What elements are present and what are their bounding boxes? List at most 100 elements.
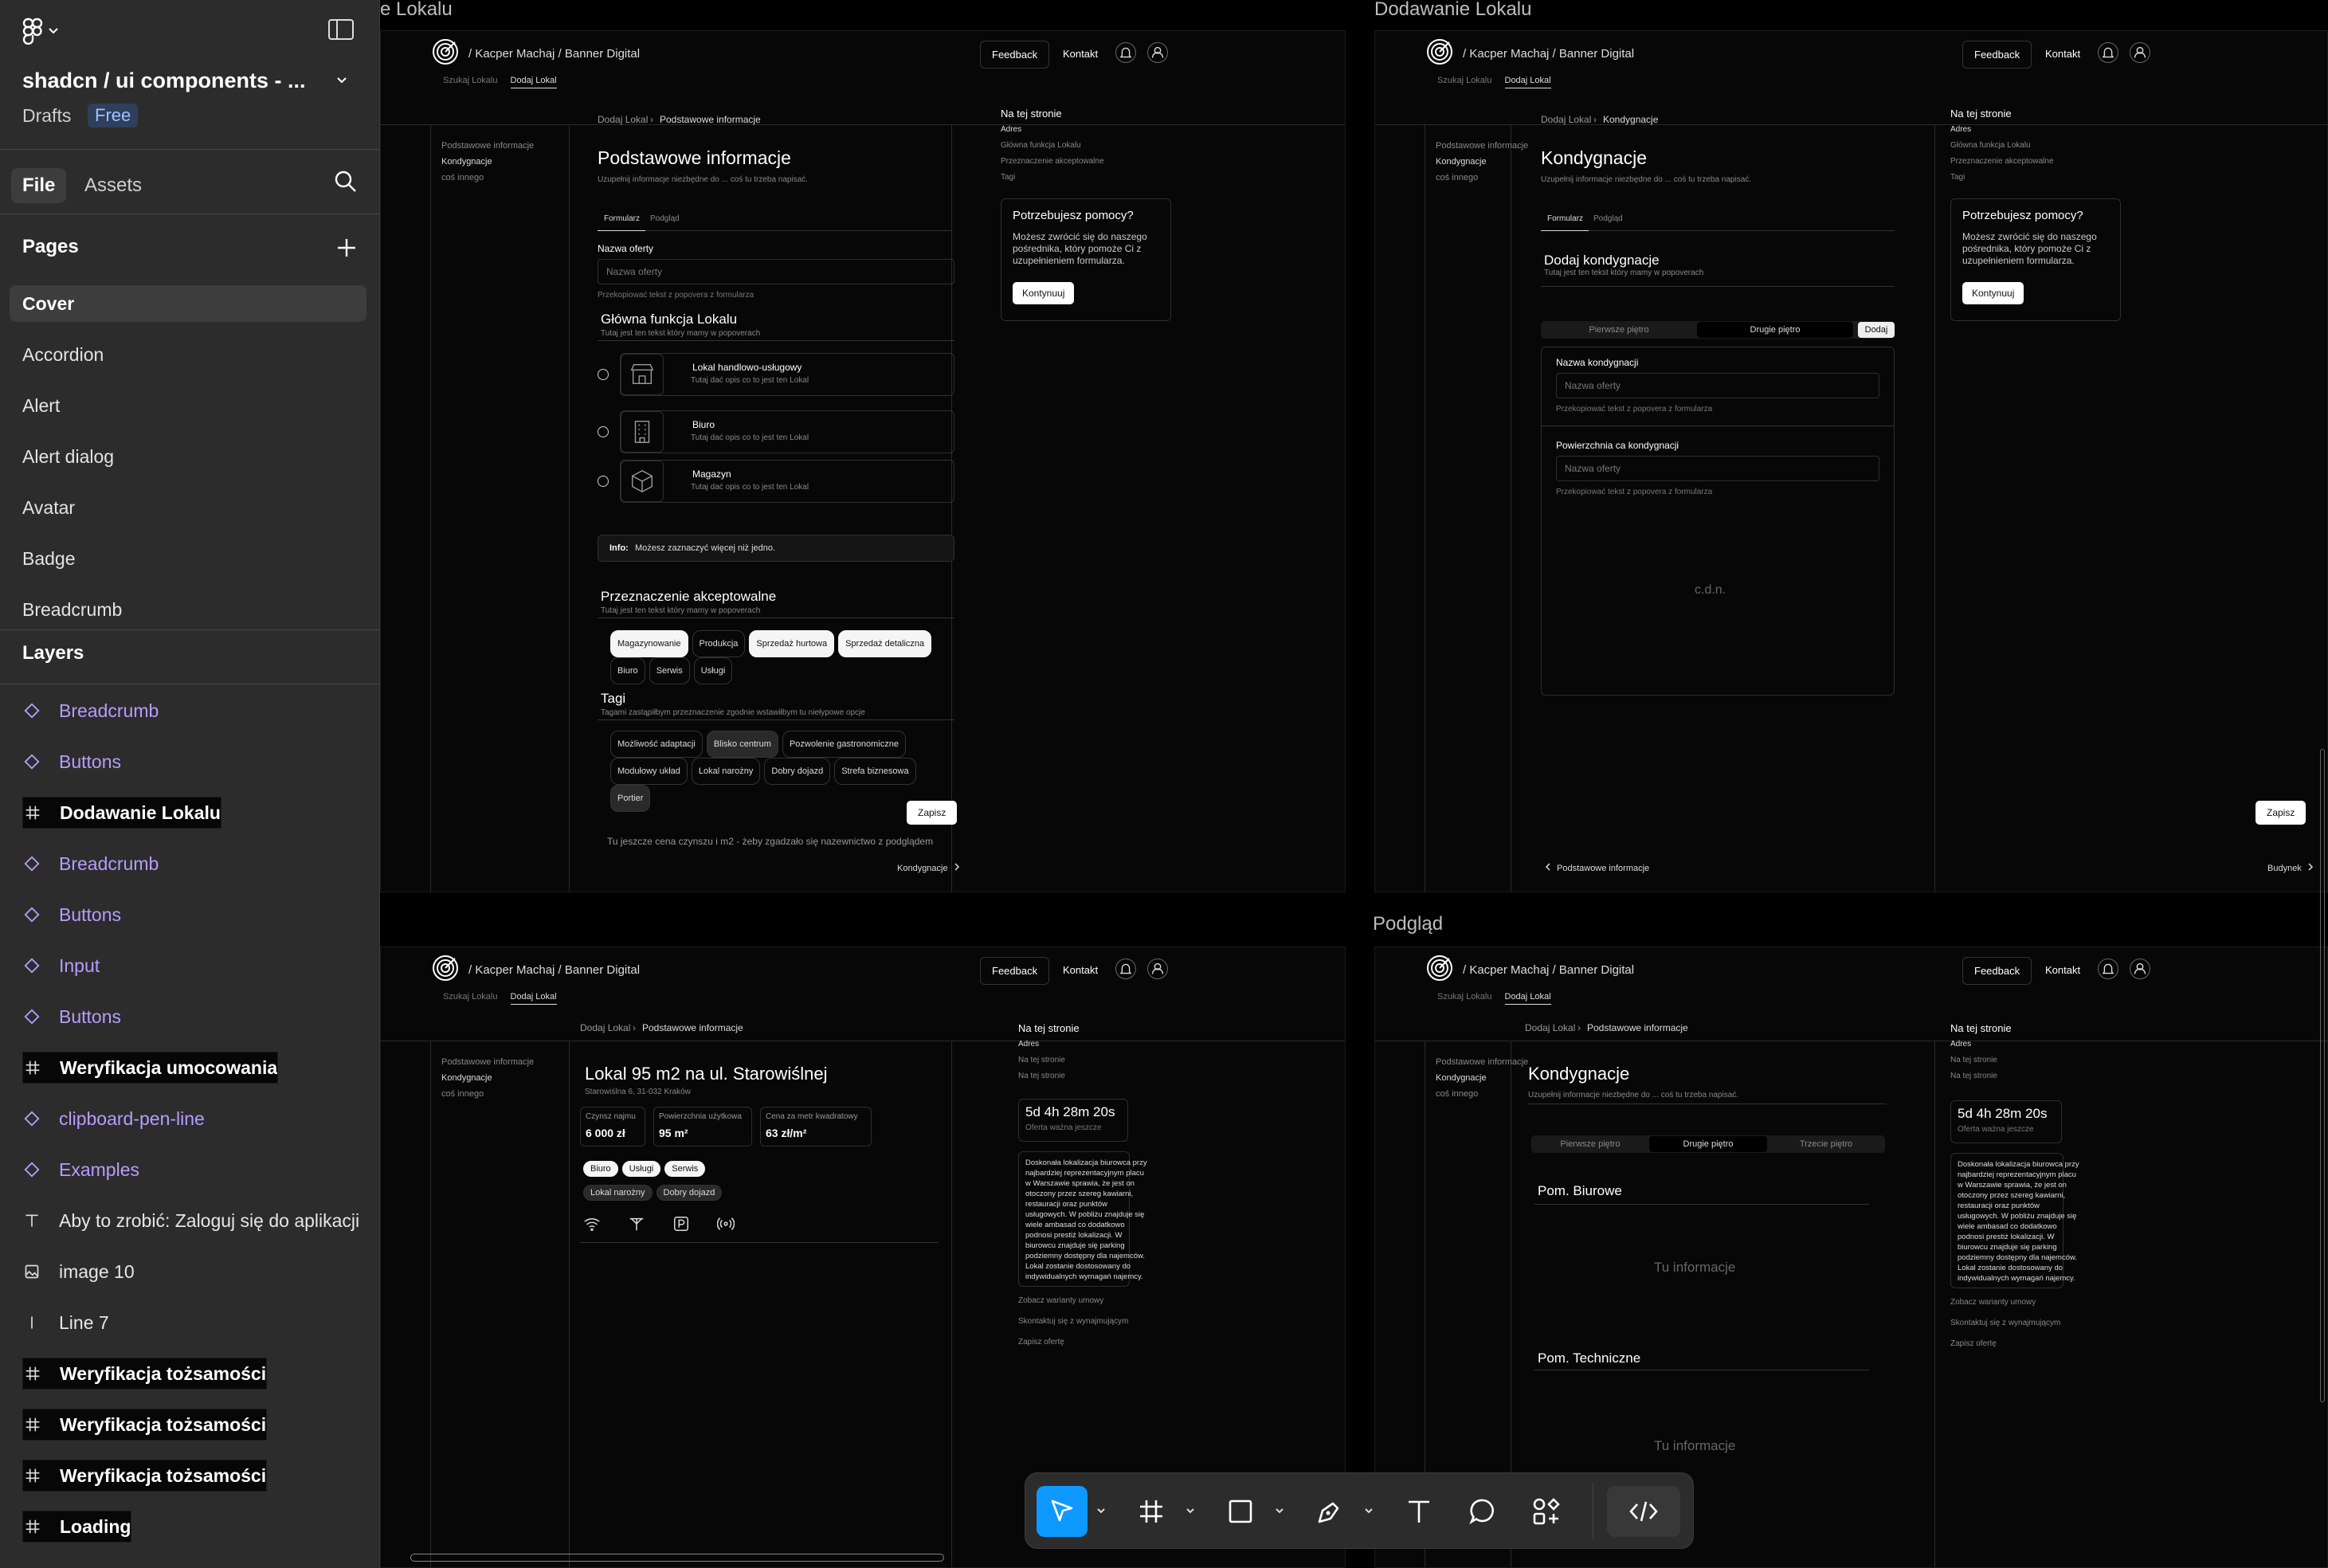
user-icon[interactable] bbox=[2130, 42, 2150, 63]
side-nav-link[interactable]: coś innego bbox=[441, 1089, 484, 1099]
tab-assets[interactable]: Assets bbox=[73, 168, 153, 203]
tag-chip[interactable]: Magazynowanie bbox=[610, 630, 688, 657]
subtab-szukaj[interactable]: Szukaj Lokalu bbox=[443, 992, 498, 1002]
kontakt-button[interactable]: Kontakt bbox=[2034, 41, 2091, 67]
layer-item[interactable]: Weryfikacja umocowania bbox=[22, 1052, 279, 1084]
canvas[interactable]: e Lokalu Dodawanie Lokalu Podgląd / Kacp… bbox=[380, 0, 2328, 1568]
tag-chip[interactable]: Usługi bbox=[621, 1161, 661, 1177]
side-nav-link[interactable]: coś innego bbox=[1436, 1089, 1478, 1099]
horizontal-scrollbar[interactable] bbox=[410, 1554, 944, 1562]
tag-chip[interactable]: Sprzedaż detaliczna bbox=[838, 630, 932, 657]
action-link[interactable]: Zobacz warianty umowy bbox=[1950, 1298, 2036, 1307]
add-page-icon[interactable] bbox=[335, 236, 359, 260]
logo-icon[interactable] bbox=[431, 37, 460, 66]
subtab-dodaj[interactable]: Dodaj Lokal bbox=[510, 76, 557, 88]
toc-link[interactable]: Na tej stronie bbox=[1950, 1072, 1997, 1080]
layer-item[interactable]: Buttons bbox=[22, 1001, 121, 1033]
logo-icon[interactable] bbox=[1425, 37, 1454, 66]
tag-chip[interactable]: Dobry dojazd bbox=[764, 758, 831, 785]
option-card[interactable]: Lokal handlowo-usługowy Tutaj dać opis co… bbox=[620, 353, 954, 396]
bell-icon[interactable] bbox=[2098, 958, 2118, 979]
add-floor-button[interactable]: Dodaj bbox=[1858, 322, 1895, 338]
tag-chip[interactable]: Portier bbox=[610, 785, 651, 812]
save-button[interactable]: Zapisz bbox=[2255, 801, 2306, 825]
tag-chip[interactable]: Serwis bbox=[649, 657, 690, 684]
continue-button[interactable]: Kontynuuj bbox=[1013, 282, 1075, 304]
radio-button[interactable] bbox=[598, 426, 609, 437]
tag-chip[interactable]: Modułowy układ bbox=[610, 758, 688, 785]
layer-item[interactable]: Dodawanie Lokalu bbox=[22, 797, 221, 829]
bell-icon[interactable] bbox=[1115, 958, 1136, 979]
breadcrumb-root[interactable]: Dodaj Lokal bbox=[1525, 1022, 1575, 1033]
chevron-down-icon[interactable] bbox=[1185, 1505, 1196, 1516]
subtab-szukaj[interactable]: Szukaj Lokalu bbox=[1437, 76, 1492, 85]
main-menu-button[interactable] bbox=[22, 18, 59, 45]
subtab-dodaj[interactable]: Dodaj Lokal bbox=[510, 992, 557, 1005]
drafts-label[interactable]: Drafts bbox=[22, 105, 71, 127]
toggle-sidebar-icon[interactable] bbox=[328, 19, 354, 40]
floor-tab[interactable]: Trzecie piętro bbox=[1767, 1136, 1885, 1152]
side-nav-link[interactable]: Kondygnacje bbox=[1436, 1073, 1487, 1083]
breadcrumb-root[interactable]: Dodaj Lokal bbox=[580, 1022, 630, 1033]
name-input[interactable]: Nazwa oferty bbox=[598, 259, 954, 284]
side-nav-link[interactable]: Podstawowe informacje bbox=[441, 1057, 534, 1067]
radio-button[interactable] bbox=[598, 369, 609, 380]
layer-item[interactable]: Weryfikacja tożsamości bbox=[22, 1460, 268, 1492]
option-card[interactable]: Biuro Tutaj dać opis co to jest ten Lokal bbox=[620, 410, 954, 453]
action-link[interactable]: Skontaktuj się z wynajmującym bbox=[1950, 1319, 2060, 1327]
toc-link[interactable]: Adres bbox=[1001, 125, 1021, 134]
page-item[interactable]: Avatar bbox=[10, 489, 366, 526]
tag-chip[interactable]: Możliwość adaptacji bbox=[610, 731, 703, 758]
frame-dodawanie-lokalu-basic[interactable]: / Kacper Machaj / Banner Digital Feedback… bbox=[380, 30, 1346, 892]
chevron-down-icon[interactable] bbox=[335, 73, 349, 88]
action-link[interactable]: Skontaktuj się z wynajmującym bbox=[1018, 1317, 1128, 1326]
chevron-down-icon[interactable] bbox=[1274, 1505, 1285, 1516]
tab-file[interactable]: File bbox=[11, 168, 67, 203]
toc-link[interactable]: Główna funkcja Lokalu bbox=[1950, 141, 2031, 150]
kontakt-button[interactable]: Kontakt bbox=[1052, 41, 1109, 67]
save-button[interactable]: Zapisz bbox=[907, 801, 958, 825]
chevron-down-icon[interactable] bbox=[1095, 1505, 1107, 1516]
toc-link[interactable]: Na tej stronie bbox=[1950, 1056, 1997, 1064]
tag-chip[interactable]: Blisko centrum bbox=[706, 731, 778, 758]
kontakt-button[interactable]: Kontakt bbox=[1052, 957, 1109, 983]
floor-tab[interactable]: Pierwsze piętro bbox=[1531, 1136, 1649, 1152]
user-icon[interactable] bbox=[1147, 42, 1168, 63]
action-link[interactable]: Zobacz warianty umowy bbox=[1018, 1296, 1103, 1305]
action-link[interactable]: Zapisz ofertę bbox=[1950, 1339, 1997, 1348]
breadcrumb-root[interactable]: Dodaj Lokal bbox=[598, 114, 648, 125]
layer-item[interactable]: Buttons bbox=[22, 899, 121, 931]
floor-name-input[interactable]: Nazwa oferty bbox=[1556, 373, 1879, 398]
next-link[interactable]: Kondygnacje bbox=[897, 863, 961, 873]
actions-button[interactable] bbox=[1521, 1486, 1572, 1537]
feedback-button[interactable]: Feedback bbox=[980, 957, 1050, 985]
kontakt-button[interactable]: Kontakt bbox=[2034, 957, 2091, 983]
subtab-dodaj[interactable]: Dodaj Lokal bbox=[1504, 992, 1551, 1005]
logo-icon[interactable] bbox=[431, 954, 460, 982]
side-nav-link[interactable]: Kondygnacje bbox=[1436, 157, 1487, 167]
page-item[interactable]: Breadcrumb bbox=[10, 591, 366, 628]
side-nav-link[interactable]: coś innego bbox=[1436, 173, 1478, 182]
move-tool-button[interactable] bbox=[1037, 1486, 1088, 1537]
side-nav-link[interactable]: Podstawowe informacje bbox=[1436, 141, 1528, 151]
pen-tool-button[interactable] bbox=[1304, 1486, 1355, 1537]
subtab-szukaj[interactable]: Szukaj Lokalu bbox=[1437, 992, 1492, 1002]
tag-chip[interactable]: Dobry dojazd bbox=[656, 1185, 723, 1201]
tag-chip[interactable]: Lokal narożny bbox=[691, 758, 761, 785]
toc-link[interactable]: Przeznaczenie akceptowalne bbox=[1950, 157, 2054, 166]
layer-item[interactable]: Breadcrumb bbox=[22, 695, 159, 727]
subtab-dodaj[interactable]: Dodaj Lokal bbox=[1504, 76, 1551, 88]
page-item[interactable]: Alert bbox=[10, 387, 366, 424]
bell-icon[interactable] bbox=[1115, 42, 1136, 63]
feedback-button[interactable]: Feedback bbox=[1962, 41, 2032, 69]
logo-icon[interactable] bbox=[1425, 954, 1454, 982]
tab-podglad[interactable]: Podgląd bbox=[650, 214, 680, 223]
toc-link[interactable]: Adres bbox=[1950, 125, 1971, 134]
tag-chip[interactable]: Sprzedaż hurtowa bbox=[749, 630, 835, 657]
layer-item[interactable]: image 10 bbox=[22, 1256, 135, 1288]
frame-label[interactable]: Dodawanie Lokalu bbox=[1374, 0, 1531, 21]
page-item[interactable]: Cover bbox=[10, 285, 366, 322]
next-link[interactable]: Budynek bbox=[2267, 863, 2314, 873]
side-nav-link[interactable]: Podstawowe informacje bbox=[1436, 1057, 1528, 1067]
layer-item[interactable]: Line 7 bbox=[22, 1307, 109, 1339]
